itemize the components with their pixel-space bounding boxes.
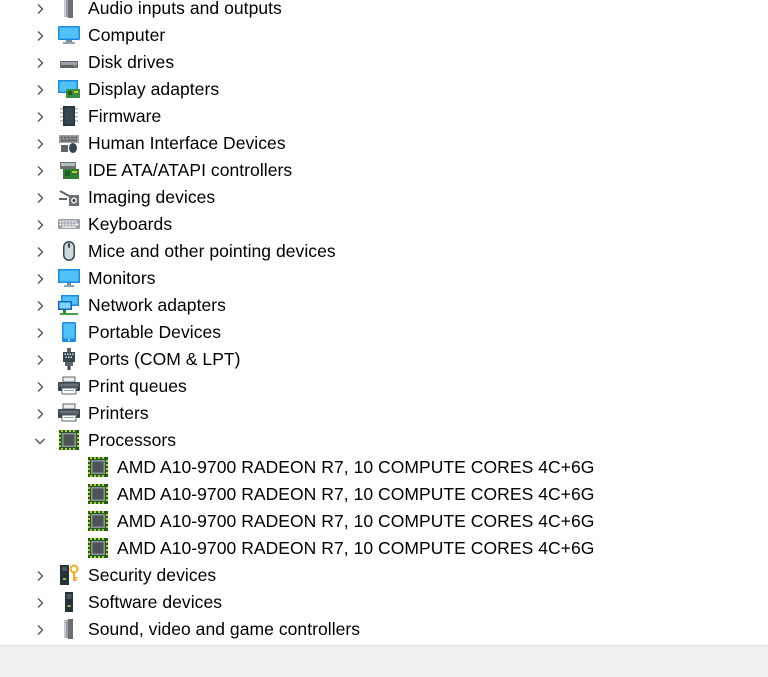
tree-item-keyboards[interactable]: Keyboards: [0, 211, 768, 238]
processor-icon: [86, 482, 110, 506]
tree-child-item[interactable]: AMD A10-9700 RADEON R7, 10 COMPUTE CORES…: [0, 454, 768, 481]
disk-drive-icon: [57, 50, 81, 74]
chevron-right-icon[interactable]: [33, 29, 47, 43]
tree-item-label: Security devices: [88, 565, 217, 585]
tree-item-label: Mice and other pointing devices: [88, 241, 336, 261]
tree-item-disk-drives[interactable]: Disk drives: [0, 49, 768, 76]
tree-item-display-adapters[interactable]: Display adapters: [0, 76, 768, 103]
tree-item-label: AMD A10-9700 RADEON R7, 10 COMPUTE CORES…: [117, 511, 595, 531]
port-icon: [57, 347, 81, 371]
processor-icon: [86, 536, 110, 560]
monitor-icon: [57, 266, 81, 290]
chevron-right-icon[interactable]: [33, 164, 47, 178]
portable-device-icon: [57, 320, 81, 344]
tree-item-label: Computer: [88, 25, 166, 45]
chevron-right-icon[interactable]: [33, 326, 47, 340]
keyboard-icon: [57, 212, 81, 236]
tree-item-ports-com-lpt[interactable]: Ports (COM & LPT): [0, 346, 768, 373]
tree-item-network-adapters[interactable]: Network adapters: [0, 292, 768, 319]
chevron-down-icon[interactable]: [33, 434, 47, 448]
ide-controller-icon: [57, 158, 81, 182]
computer-icon: [57, 23, 81, 47]
printer-icon: [57, 401, 81, 425]
tree-item-label: IDE ATA/ATAPI controllers: [88, 160, 293, 180]
chevron-right-icon[interactable]: [33, 380, 47, 394]
chevron-right-icon[interactable]: [33, 407, 47, 421]
hid-icon: [57, 131, 81, 155]
chevron-right-icon[interactable]: [33, 272, 47, 286]
software-device-icon: [57, 590, 81, 614]
tree-item-computer[interactable]: Computer: [0, 22, 768, 49]
tree-item-print-queues[interactable]: Print queues: [0, 373, 768, 400]
display-adapter-icon: [57, 77, 81, 101]
firmware-icon: [57, 104, 81, 128]
tree-item-label: Printers: [88, 403, 149, 423]
tree-item-printers[interactable]: Printers: [0, 400, 768, 427]
tree-item-label: AMD A10-9700 RADEON R7, 10 COMPUTE CORES…: [117, 484, 595, 504]
tree-item-portable-devices[interactable]: Portable Devices: [0, 319, 768, 346]
tree-item-label: Keyboards: [88, 214, 173, 234]
tree-item-firmware[interactable]: Firmware: [0, 103, 768, 130]
processor-icon: [86, 509, 110, 533]
processor-icon: [86, 455, 110, 479]
tree-item-processors[interactable]: Processors: [0, 427, 768, 454]
chevron-right-icon[interactable]: [33, 623, 47, 637]
chevron-right-icon[interactable]: [33, 137, 47, 151]
tree-item-label: Processors: [88, 430, 177, 450]
tree-item-label: Print queues: [88, 376, 187, 396]
tree-child-item[interactable]: AMD A10-9700 RADEON R7, 10 COMPUTE CORES…: [0, 535, 768, 562]
processor-icon: [57, 428, 81, 452]
printer-icon: [57, 374, 81, 398]
chevron-right-icon[interactable]: [33, 191, 47, 205]
tree-item-label: Portable Devices: [88, 322, 222, 342]
tree-item-label: Audio inputs and outputs: [88, 0, 282, 18]
tree-item-label: Sound, video and game controllers: [88, 619, 361, 639]
chevron-right-icon[interactable]: [33, 596, 47, 610]
tree-item-human-interface-devices[interactable]: Human Interface Devices: [0, 130, 768, 157]
chevron-right-icon[interactable]: [33, 218, 47, 232]
tree-child-item[interactable]: AMD A10-9700 RADEON R7, 10 COMPUTE CORES…: [0, 481, 768, 508]
speaker-icon: [57, 0, 81, 20]
tree-item-label: Disk drives: [88, 52, 175, 72]
tree-item-label: Ports (COM & LPT): [88, 349, 241, 369]
tree-item-label: Display adapters: [88, 79, 220, 99]
tree-item-audio-inputs-and-outputs[interactable]: Audio inputs and outputs: [0, 0, 768, 22]
tree-item-ide-ata-atapi-controllers[interactable]: IDE ATA/ATAPI controllers: [0, 157, 768, 184]
tree-item-monitors[interactable]: Monitors: [0, 265, 768, 292]
chevron-right-icon[interactable]: [33, 83, 47, 97]
chevron-right-icon[interactable]: [33, 569, 47, 583]
chevron-right-icon[interactable]: [33, 56, 47, 70]
tree-item-label: AMD A10-9700 RADEON R7, 10 COMPUTE CORES…: [117, 538, 595, 558]
security-device-icon: [57, 563, 81, 587]
tree-child-item[interactable]: AMD A10-9700 RADEON R7, 10 COMPUTE CORES…: [0, 508, 768, 535]
camera-icon: [57, 185, 81, 209]
tree-item-imaging-devices[interactable]: Imaging devices: [0, 184, 768, 211]
device-tree[interactable]: Audio inputs and outputs Computer Disk dri…: [0, 0, 768, 645]
tree-item-sound-video-and-game-controllers[interactable]: Sound, video and game controllers: [0, 616, 768, 643]
tree-item-security-devices[interactable]: Security devices: [0, 562, 768, 589]
network-adapter-icon: [57, 293, 81, 317]
status-bar: [0, 645, 768, 677]
tree-item-label: Network adapters: [88, 295, 226, 315]
chevron-right-icon[interactable]: [33, 299, 47, 313]
tree-item-label: Imaging devices: [88, 187, 216, 207]
chevron-right-icon[interactable]: [33, 353, 47, 367]
mouse-icon: [57, 239, 81, 263]
tree-item-mice-and-other-pointing-devices[interactable]: Mice and other pointing devices: [0, 238, 768, 265]
tree-item-label: AMD A10-9700 RADEON R7, 10 COMPUTE CORES…: [117, 457, 595, 477]
speaker-icon: [57, 617, 81, 641]
tree-item-software-devices[interactable]: Software devices: [0, 589, 768, 616]
tree-item-label: Monitors: [88, 268, 156, 288]
chevron-right-icon[interactable]: [33, 245, 47, 259]
tree-item-label: Firmware: [88, 106, 162, 126]
tree-item-label: Human Interface Devices: [88, 133, 286, 153]
tree-item-label: Software devices: [88, 592, 223, 612]
chevron-right-icon[interactable]: [33, 110, 47, 124]
chevron-right-icon[interactable]: [33, 2, 47, 16]
